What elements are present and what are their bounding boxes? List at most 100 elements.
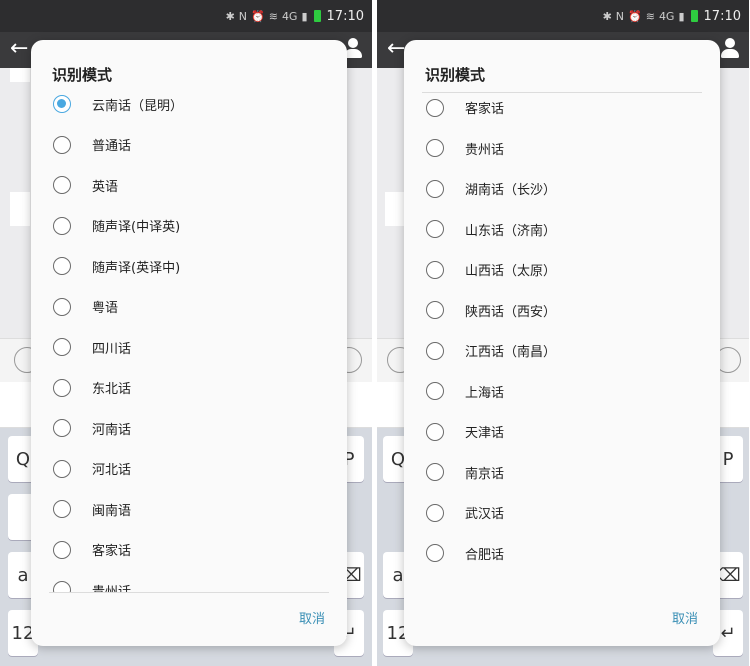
radio-unselected-icon[interactable]: [426, 301, 444, 319]
option-label: 粤语: [92, 301, 119, 316]
alarm-icon: ⏰: [628, 9, 642, 23]
option-label: 山东话（济南）: [465, 223, 557, 239]
cancel-button[interactable]: 取消: [299, 608, 325, 627]
dialog-title: 识别模式: [52, 66, 113, 84]
radio-unselected-icon[interactable]: [53, 581, 71, 592]
radio-unselected-icon[interactable]: [426, 503, 444, 522]
option-label: 贵州话: [92, 584, 132, 593]
radio-option[interactable]: 客家话: [31, 530, 347, 570]
cancel-button[interactable]: 取消: [672, 608, 698, 627]
wifi-icon: ≋: [645, 9, 655, 23]
radio-unselected-icon[interactable]: [53, 297, 71, 316]
option-list: 闽南语客家话贵州话湖南话（长沙）山东话（济南）山西话（太原）陕西话（西安）江西话…: [422, 92, 702, 592]
bg-fragment: [385, 192, 405, 226]
radio-option[interactable]: 贵州话: [422, 128, 702, 168]
radio-unselected-icon[interactable]: [53, 500, 71, 518]
wifi-icon: ≋: [268, 9, 278, 23]
screenshot-left: ✱ N ⏰ ≋ 4G ▮ 17:10 ← Q P a ⌫ 12 ↵ 识别模式 云…: [0, 0, 372, 666]
radio-option[interactable]: 英语: [31, 165, 347, 205]
radio-option[interactable]: 随声译(英译中): [31, 246, 347, 286]
bg-fragment: [10, 192, 30, 226]
radio-unselected-icon[interactable]: [426, 179, 444, 198]
radio-option[interactable]: 上海话: [422, 371, 702, 411]
recognition-mode-dialog: 识别模式 闽南语客家话贵州话湖南话（长沙）山东话（济南）山西话（太原）陕西话（西…: [404, 40, 720, 646]
option-label: 河南话: [92, 422, 132, 438]
radio-unselected-icon[interactable]: [426, 422, 444, 441]
radio-option[interactable]: 四川话: [31, 327, 347, 367]
radio-option[interactable]: 粤语: [31, 287, 347, 327]
radio-option[interactable]: 贵州话: [31, 570, 347, 592]
option-label: 山西话（太原）: [465, 264, 557, 279]
radio-unselected-icon[interactable]: [426, 544, 444, 562]
radio-selected-icon[interactable]: [53, 95, 71, 113]
radio-option[interactable]: 山西话（太原）: [422, 250, 702, 290]
radio-unselected-icon[interactable]: [426, 139, 444, 157]
battery-icon: [690, 10, 698, 22]
option-label: 江西话（南昌）: [465, 345, 557, 360]
radio-option[interactable]: 山东话（济南）: [422, 209, 702, 249]
radio-option[interactable]: 江西话（南昌）: [422, 331, 702, 371]
radio-option[interactable]: 合肥话: [422, 533, 702, 573]
radio-unselected-icon[interactable]: [53, 338, 71, 356]
status-bar: ✱ N ⏰ ≋ 4G ▮ 17:10: [0, 0, 372, 32]
radio-unselected-icon[interactable]: [53, 378, 71, 397]
radio-option[interactable]: 天津话: [422, 412, 702, 452]
radio-unselected-icon[interactable]: [53, 176, 71, 194]
radio-unselected-icon[interactable]: [53, 257, 71, 275]
radio-option[interactable]: 陕西话（西安）: [422, 290, 702, 330]
radio-unselected-icon[interactable]: [426, 98, 444, 117]
option-label: 湖南话（长沙）: [465, 183, 557, 198]
option-label: 贵州话: [465, 142, 505, 158]
back-arrow-icon[interactable]: ←: [387, 36, 405, 61]
option-label: 天津话: [465, 426, 505, 441]
user-profile-icon[interactable]: [721, 38, 739, 60]
radio-unselected-icon[interactable]: [53, 135, 71, 154]
radio-unselected-icon[interactable]: [426, 341, 444, 360]
option-label: 合肥话: [465, 547, 505, 563]
radio-option[interactable]: 客家话: [422, 93, 702, 128]
bluetooth-icon: ✱: [602, 9, 612, 23]
battery-icon: [313, 10, 321, 22]
radio-unselected-icon[interactable]: [426, 260, 444, 279]
option-label: 武汉话: [465, 507, 505, 522]
option-label: 英语: [92, 179, 119, 195]
radio-unselected-icon[interactable]: [426, 382, 444, 400]
back-arrow-icon[interactable]: ←: [10, 36, 28, 61]
radio-option[interactable]: 云南话（昆明）: [31, 92, 347, 124]
status-time: 17:10: [326, 8, 364, 24]
radio-option[interactable]: 南京话: [422, 452, 702, 492]
option-label: 闽南语: [92, 503, 132, 519]
bg-fragment: [10, 68, 30, 82]
option-label: 随声译(中译英): [92, 220, 181, 235]
option-label: 河北话: [92, 463, 132, 478]
nfc-icon: N: [238, 9, 248, 23]
radio-unselected-icon[interactable]: [53, 216, 71, 235]
radio-unselected-icon[interactable]: [53, 459, 71, 478]
radio-option[interactable]: 东北话: [31, 368, 347, 408]
radio-unselected-icon[interactable]: [426, 220, 444, 238]
radio-option[interactable]: 武汉话: [422, 493, 702, 533]
radio-option[interactable]: 湖南话（长沙）: [422, 169, 702, 209]
nfc-icon: N: [615, 9, 625, 23]
radio-option[interactable]: 随声译(中译英): [31, 206, 347, 246]
option-label: 客家话: [92, 544, 132, 559]
radio-option[interactable]: 河北话: [31, 449, 347, 489]
dialog-title: 识别模式: [425, 66, 486, 84]
radio-option[interactable]: 河南话: [31, 408, 347, 448]
radio-unselected-icon[interactable]: [53, 540, 71, 559]
radio-option[interactable]: 普通话: [31, 125, 347, 165]
option-label: 四川话: [92, 341, 132, 357]
recognition-mode-dialog: 识别模式 云南话（昆明） 普通话英语随声译(中译英) 随声译(英译中) 粤语四川话东北…: [31, 40, 347, 646]
radio-option[interactable]: 闽南语: [31, 489, 347, 529]
radio-unselected-icon[interactable]: [53, 419, 71, 437]
status-bar: ✱ N ⏰ ≋ 4G ▮ 17:10: [377, 0, 749, 32]
signal-icon: ▮: [678, 9, 685, 23]
option-label: 客家话: [465, 102, 505, 117]
option-label: 东北话: [92, 382, 132, 397]
option-label: 陕西话（西安）: [465, 304, 557, 320]
alarm-icon: ⏰: [251, 9, 265, 23]
signal-icon: ▮: [301, 9, 308, 23]
divider: [49, 592, 329, 593]
screenshot-right: ✱ N ⏰ ≋ 4G ▮ 17:10 ← Q P a ⌫ 12 ↵ 识别模式 闽…: [377, 0, 749, 666]
radio-unselected-icon[interactable]: [426, 463, 444, 481]
